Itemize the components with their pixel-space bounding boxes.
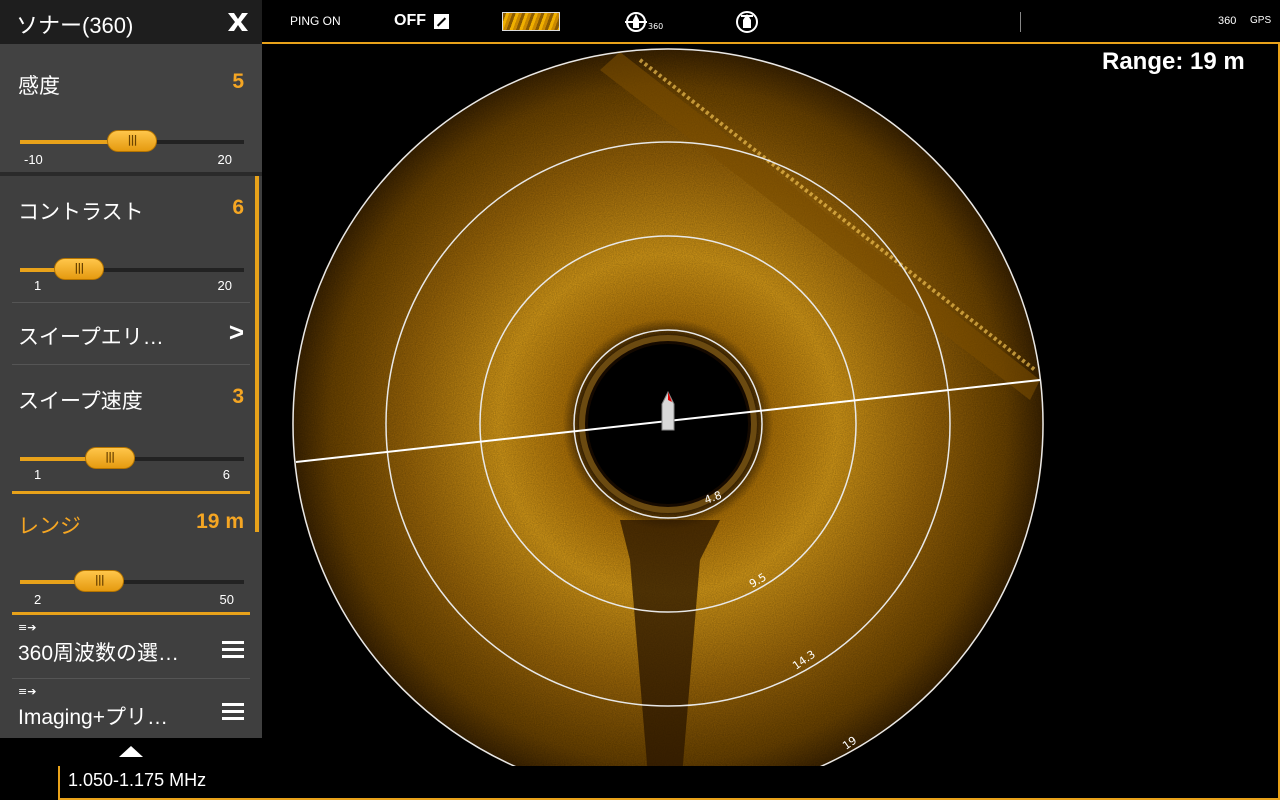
contrast-item[interactable]: コントラスト 6 1 20 [0,176,262,302]
topbar-divider [1020,12,1021,32]
contrast-label: コントラスト [18,201,144,224]
sweep-speed-max: 6 [222,467,230,482]
gps-status[interactable]: GPS [1250,15,1271,26]
sensitivity-label: 感度 [18,75,60,98]
ping-status[interactable]: PING ON [290,14,341,28]
sensitivity-min: -10 [24,152,43,167]
chevron-right-icon[interactable]: > [229,317,244,348]
range-label: レンジ [18,515,81,538]
sonar-thumbnail-icon[interactable] [502,12,560,31]
sonar-360-status[interactable]: 360 [1218,15,1236,27]
boat-360-label: 360 [648,22,664,31]
panel-header: ソナー(360) [0,0,262,44]
range-max: 50 [219,592,234,607]
contrast-min: 1 [34,278,42,293]
sweep-speed-label: スイープ速度 [18,390,143,413]
sensitivity-max: 20 [217,152,232,167]
contrast-max: 20 [217,278,232,293]
sensitivity-slider[interactable] [20,130,244,152]
sensitivity-value: 5 [232,70,244,93]
menu-list-icon[interactable] [222,641,244,662]
contrast-value: 6 [232,196,244,219]
range-readout: Range: 19 m [1102,48,1245,75]
sonar-settings-panel: ソナー(360) 感度 5 -10 20 コントラスト 6 1 20 スイープエ… [0,0,262,766]
frequency-select-item[interactable]: ≡➔ 360周波数の選… [0,615,262,678]
imaging-preset-label: Imaging+プリ… [18,706,168,729]
contrast-slider[interactable] [20,258,244,280]
sensitivity-item[interactable]: 感度 5 -10 20 [0,44,262,172]
imaging-preset-item[interactable]: ≡➔ Imaging+プリ… [0,679,262,738]
sonar-360-view[interactable]: 4.8 9.5 14.3 19 [262,44,1278,766]
sweep-area-item[interactable]: スイープエリ… > [0,303,262,364]
menu-list-icon[interactable] [222,703,244,724]
sweep-speed-slider-thumb[interactable] [84,447,135,469]
frequency-select-label: 360周波数の選… [18,642,180,665]
frequency-bar: 1.050-1.175 MHz [58,766,1280,800]
boat-360-icon[interactable] [624,10,648,34]
panel-title: ソナー(360) [16,13,134,38]
boat-compass-icon[interactable] [735,10,759,34]
range-value: 19 m [196,510,244,533]
close-icon[interactable] [226,12,250,32]
submenu-arrow-icon: ≡➔ [18,621,37,634]
range-item[interactable]: レンジ 19 m 2 50 [0,494,262,612]
range-slider-thumb[interactable] [74,570,125,592]
range-min: 2 [34,592,42,607]
status-bar: PING ON OFF 360 360 GPS [262,0,1280,44]
sweep-area-label: スイープエリ… [18,326,164,349]
range-slider[interactable] [20,570,244,592]
frequency-readout: 1.050-1.175 MHz [68,770,207,790]
submenu-arrow-icon: ≡➔ [18,685,37,698]
off-icon[interactable] [434,14,449,29]
sweep-speed-slider[interactable] [20,447,244,469]
contrast-slider-thumb[interactable] [53,258,104,280]
chevron-up-icon[interactable] [117,744,145,758]
sweep-speed-item[interactable]: スイープ速度 3 1 6 [0,365,262,491]
sweep-speed-min: 1 [34,467,42,482]
panel-scrollbar[interactable] [255,176,259,532]
sensitivity-slider-thumb[interactable] [107,130,157,152]
sweep-speed-value: 3 [232,385,244,408]
off-status[interactable]: OFF [394,12,426,30]
